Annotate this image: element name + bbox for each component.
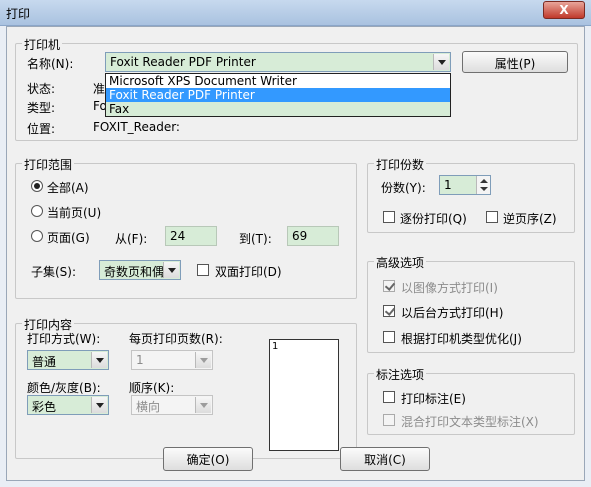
page-preview: 1 xyxy=(269,339,339,451)
range-pages-radio[interactable] xyxy=(31,230,43,242)
color-value: 彩色 xyxy=(32,400,57,414)
print-annotations-label[interactable]: 打印标注(E) xyxy=(401,390,466,407)
stepper-buttons[interactable] xyxy=(476,176,490,194)
print-annotations-checkbox[interactable] xyxy=(383,391,395,403)
order-select[interactable]: 横向 xyxy=(131,395,213,415)
mixed-annotations-label[interactable]: 混合打印文本类型标注(X) xyxy=(401,413,539,430)
type-label: 类型: xyxy=(27,101,56,115)
location-label: 位置: xyxy=(27,122,56,136)
preview-page-number: 1 xyxy=(272,341,279,352)
ok-button[interactable]: 确定(O) xyxy=(163,447,253,471)
subset-value: 奇数页和偶 xyxy=(104,265,165,279)
copies-count-value: 1 xyxy=(444,178,452,192)
print-dialog: 打印机 名称(N): Foxit Reader PDF Printer Micr… xyxy=(6,26,585,481)
window-title: 打印 xyxy=(6,7,31,21)
range-current-radio[interactable] xyxy=(31,205,43,217)
printer-option-foxit[interactable]: Foxit Reader PDF Printer xyxy=(106,88,450,102)
pages-per-sheet-select[interactable]: 1 xyxy=(131,350,213,370)
printer-option-fax[interactable]: Fax xyxy=(106,102,450,116)
chevron-down-icon[interactable] xyxy=(163,262,179,278)
chevron-down-icon[interactable] xyxy=(91,352,107,368)
print-mode-label: 打印方式(W): xyxy=(27,332,101,346)
advanced-legend: 高级选项 xyxy=(374,254,427,271)
location-value: FOXIT_Reader: xyxy=(93,120,180,134)
printer-option-xps[interactable]: Microsoft XPS Document Writer xyxy=(106,74,450,88)
close-button[interactable]: X xyxy=(543,1,585,19)
status-label: 状态: xyxy=(27,82,56,96)
chevron-down-icon[interactable] xyxy=(433,54,449,70)
printer-selected-value: Foxit Reader PDF Printer xyxy=(110,55,256,69)
print-range-legend: 打印范围 xyxy=(22,156,75,173)
as-image-checkbox[interactable] xyxy=(383,280,395,292)
ok-label: 确定(O) xyxy=(186,453,230,467)
reverse-label[interactable]: 逆页序(Z) xyxy=(503,210,557,227)
reverse-checkbox[interactable] xyxy=(486,211,498,223)
collate-checkbox[interactable] xyxy=(383,211,395,223)
order-value: 横向 xyxy=(136,400,161,414)
from-value: 24 xyxy=(170,229,186,243)
printer-name-label: 名称(N): xyxy=(27,57,74,71)
properties-button[interactable]: 属性(P) xyxy=(462,51,568,73)
print-mode-value: 普通 xyxy=(32,355,57,369)
printer-legend: 打印机 xyxy=(22,36,63,53)
title-bar: 打印 X xyxy=(0,0,591,26)
chevron-down-icon[interactable] xyxy=(480,187,488,191)
properties-label: 属性(P) xyxy=(494,57,536,71)
pages-per-sheet-value: 1 xyxy=(136,353,144,367)
range-all-label[interactable]: 全部(A) xyxy=(47,179,89,196)
duplex-checkbox[interactable] xyxy=(197,264,209,276)
from-label: 从(F): xyxy=(115,232,148,246)
chevron-down-icon[interactable] xyxy=(195,352,211,368)
status-value: 准 xyxy=(93,82,106,96)
color-label: 颜色/灰度(B): xyxy=(27,381,101,395)
background-print-checkbox[interactable] xyxy=(383,305,395,317)
to-value: 69 xyxy=(292,229,308,243)
subset-select[interactable]: 奇数页和偶 xyxy=(99,260,181,280)
collate-label[interactable]: 逐份打印(Q) xyxy=(400,210,467,227)
range-all-radio[interactable] xyxy=(31,180,43,192)
order-label: 顺序(K): xyxy=(129,381,175,395)
chevron-down-icon[interactable] xyxy=(195,397,211,413)
chevron-down-icon[interactable] xyxy=(91,397,107,413)
chevron-up-icon[interactable] xyxy=(480,179,488,183)
background-print-label[interactable]: 以后台方式打印(H) xyxy=(401,304,503,321)
subset-label: 子集(S): xyxy=(31,265,77,279)
color-select[interactable]: 彩色 xyxy=(27,395,109,415)
copies-count-label: 份数(Y): xyxy=(381,181,426,195)
copies-legend: 打印份数 xyxy=(374,156,427,173)
as-image-label[interactable]: 以图像方式打印(I) xyxy=(401,279,498,296)
optimize-checkbox[interactable] xyxy=(383,331,395,343)
to-input[interactable]: 69 xyxy=(287,226,339,246)
annotation-legend: 标注选项 xyxy=(374,366,427,383)
printer-select[interactable]: Foxit Reader PDF Printer xyxy=(105,52,451,72)
cancel-label: 取消(C) xyxy=(364,453,406,467)
range-pages-label[interactable]: 页面(G) xyxy=(47,229,90,246)
optimize-label[interactable]: 根据打印机类型优化(J) xyxy=(401,330,522,347)
mixed-annotations-checkbox[interactable] xyxy=(383,414,395,426)
print-mode-select[interactable]: 普通 xyxy=(27,350,109,370)
cancel-button[interactable]: 取消(C) xyxy=(340,447,430,471)
from-input[interactable]: 24 xyxy=(165,226,217,246)
printer-dropdown-list: Microsoft XPS Document Writer Foxit Read… xyxy=(105,73,451,117)
pages-per-sheet-label: 每页打印页数(R): xyxy=(129,332,223,346)
range-current-label[interactable]: 当前页(U) xyxy=(47,204,101,221)
to-label: 到(T): xyxy=(239,232,272,246)
duplex-label[interactable]: 双面打印(D) xyxy=(215,263,282,280)
copies-count-stepper[interactable]: 1 xyxy=(439,175,491,195)
